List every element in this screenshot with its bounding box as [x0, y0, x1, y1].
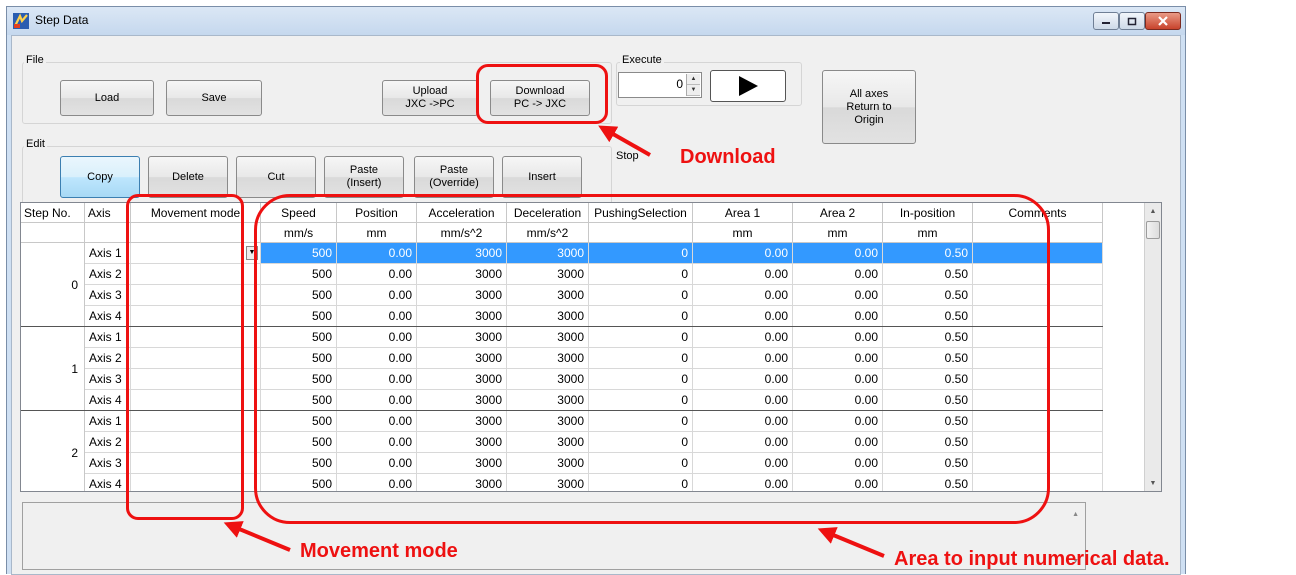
area-annotation: Area to input numerical data.	[894, 548, 1170, 570]
movement-mode-arrow	[223, 521, 291, 552]
movement-mode-annotation: Movement mode	[300, 540, 458, 562]
download-arrow	[598, 125, 651, 157]
download-annotation: Download	[680, 146, 776, 168]
annotation-arrows	[223, 125, 885, 558]
area-arrow	[817, 527, 885, 558]
